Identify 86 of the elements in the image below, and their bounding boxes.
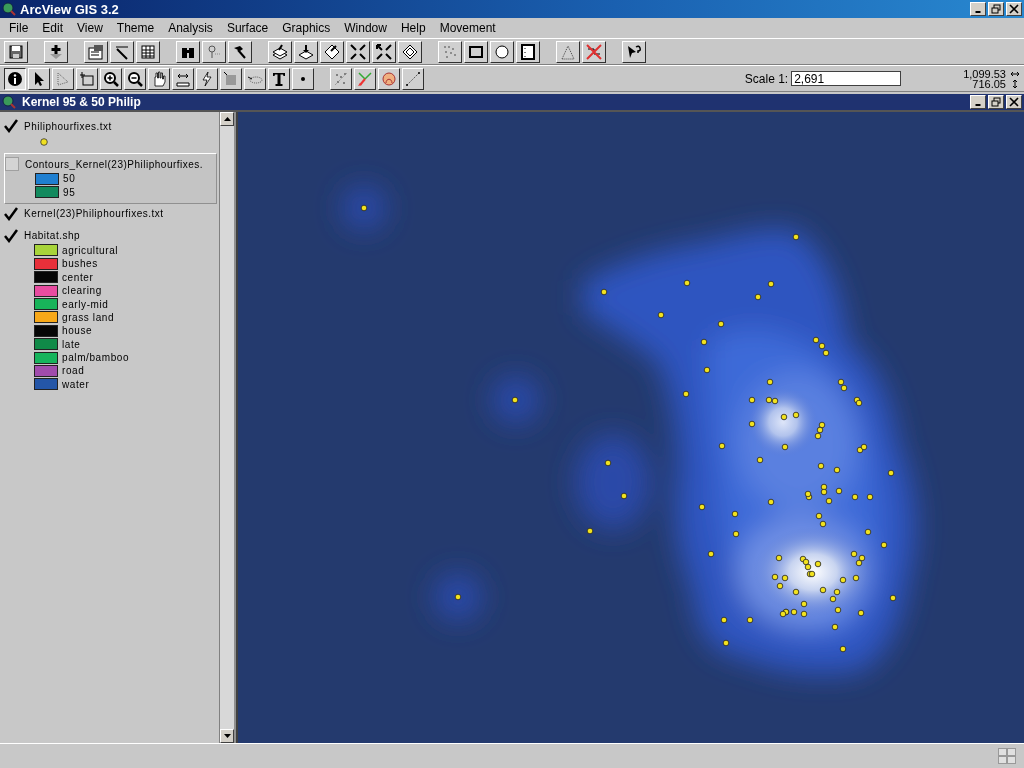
theme-name[interactable]: Kernel(23)Philiphourfixes.txt [24,208,164,220]
class-label: early-mid [62,298,109,310]
layers-icon [298,43,314,60]
arrows-outward-icon [376,43,392,60]
class-label: center [62,271,94,283]
menu-item[interactable]: View [70,21,110,35]
coordinate-value: 1,099.53 [963,68,1006,79]
diamond-icon [402,43,418,60]
help-icon [626,43,642,60]
vertical-arrow-icon [1010,79,1020,88]
active-theme-panel[interactable]: Contours_Kernel(23)Philiphourfixes. 50 95 [4,153,217,204]
scale-label: Scale 1: [744,71,789,86]
theme-checkbox[interactable] [4,206,18,221]
class-label: bushes [62,258,98,270]
diamond-icon [324,43,340,60]
minimize-icon [975,104,981,106]
text-tool-icon [271,70,287,87]
scroll-down-button[interactable] [220,729,234,743]
theme-name[interactable]: Philiphourfixes.txt [24,120,112,132]
hammer-icon [232,43,248,60]
point-symbol-icon [40,138,48,146]
add-theme-icon [48,43,64,60]
arrows-icon [357,70,373,87]
triangle-icon [560,43,576,60]
toolbar-button[interactable] [4,67,26,90]
select-box-icon [79,70,95,87]
close-icon [1009,97,1019,107]
coordinate-value: 716.05 [972,78,1006,89]
rectangle-icon [468,43,484,60]
class-label: late [62,338,81,350]
menu-item[interactable]: Help [393,21,433,35]
menu-item[interactable]: File [2,21,36,35]
class-label: agricultural [62,244,119,256]
class-label: house [62,325,93,337]
table-icon [140,43,156,60]
menu-item[interactable]: Graphics [275,21,338,35]
class-label: clearing [62,285,102,297]
zoom-out-icon [127,70,143,87]
hand-icon [151,70,167,87]
class-label: water [62,378,90,390]
crossed-out-icon [586,43,602,60]
close-icon [1009,4,1019,14]
restore-button[interactable] [988,2,1004,16]
scroll-up-button[interactable] [220,112,234,126]
up-arrow-icon [223,117,231,121]
panel-icon [520,43,536,60]
theme-checkbox[interactable] [4,119,18,133]
lightning-icon [199,70,215,87]
view-title: Kernel 95 & 50 Philip [22,95,142,109]
grid-icon [998,748,1016,764]
class-label: 50 [63,173,76,185]
menu-item[interactable]: Analysis [161,21,220,35]
menu-item[interactable]: Edit [35,21,71,35]
window-title: ArcView GIS 3.2 [20,1,120,17]
class-label: 95 [63,186,76,198]
close-button[interactable] [1006,2,1022,16]
circle-icon [494,43,510,60]
theme-name[interactable]: Habitat.shp [24,230,81,242]
minimize-button[interactable] [970,95,986,109]
close-button[interactable] [1006,95,1022,109]
theme-checkbox[interactable] [4,228,18,243]
minimize-button[interactable] [970,2,986,16]
point-icon [301,76,305,81]
down-arrow-icon [223,734,231,738]
arrows-inward-icon [350,43,366,60]
class-label: grass land [62,311,115,323]
menu-item[interactable]: Window [337,21,394,35]
dots-icon [333,70,349,87]
restore-button[interactable] [988,95,1004,109]
class-label: palm/bamboo [62,352,130,364]
restore-icon [991,97,1001,107]
dotted-line-icon [405,70,421,87]
restore-icon [991,4,1001,14]
horizontal-arrow-icon [1010,69,1020,78]
zoom-in-icon [103,70,119,87]
layers-icon [272,43,288,60]
menu-item[interactable]: Movement [432,21,503,35]
minimize-icon [975,11,981,13]
dots-icon [442,43,458,60]
theme-checkbox[interactable] [5,157,19,171]
info-icon [7,70,23,87]
theme-name[interactable]: Contours_Kernel(23)Philiphourfixes. [25,158,204,170]
menu-item[interactable]: Theme [109,21,162,35]
scale-field[interactable]: 2,691 [791,71,902,86]
class-label: road [62,365,85,377]
menu-item[interactable]: Surface [219,21,276,35]
